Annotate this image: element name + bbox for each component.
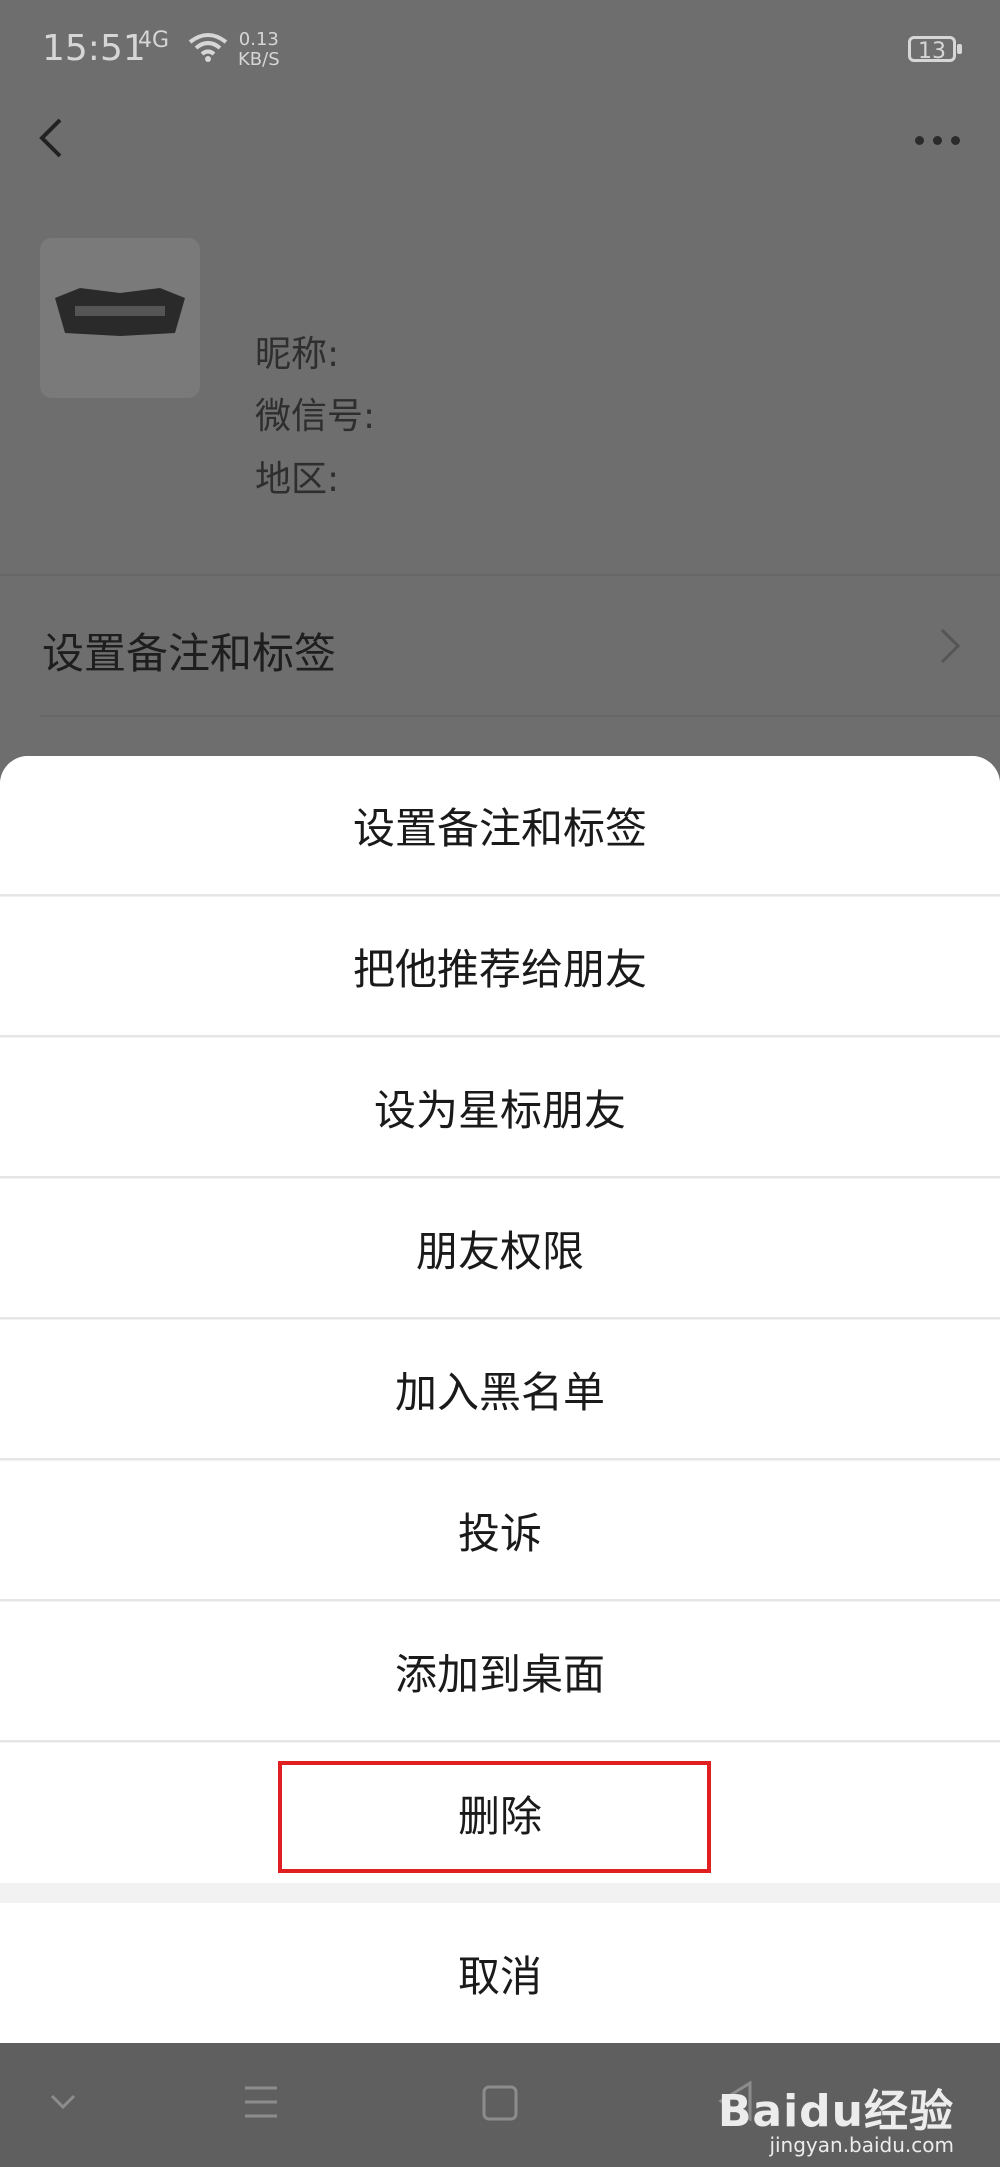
status-bar: 15:51 4G 0.13 KB/S 13 bbox=[0, 0, 1000, 100]
nickname-label: 昵称: bbox=[255, 334, 340, 375]
wechat-id-label: 微信号: bbox=[255, 396, 376, 437]
delete-highlight-box bbox=[278, 1761, 711, 1873]
avatar-logo-icon bbox=[55, 288, 185, 336]
battery-icon: 13 bbox=[908, 36, 956, 64]
watermark-url: jingyan.baidu.com bbox=[769, 2133, 954, 2157]
region-label: 地区: bbox=[255, 459, 340, 500]
sheet-item-friend-permissions[interactable]: 朋友权限 bbox=[0, 1179, 1000, 1319]
chevron-down-icon[interactable] bbox=[50, 2093, 76, 2111]
avatar[interactable] bbox=[40, 238, 200, 398]
divider bbox=[40, 715, 1000, 717]
net-speed-value: 0.13 bbox=[238, 29, 279, 50]
sheet-item-remark-tags[interactable]: 设置备注和标签 bbox=[0, 756, 1000, 896]
sheet-item-add-to-desktop[interactable]: 添加到桌面 bbox=[0, 1602, 1000, 1742]
battery-level: 13 bbox=[918, 39, 946, 64]
sheet-item-star-friend[interactable]: 设为星标朋友 bbox=[0, 1038, 1000, 1178]
net-speed: 0.13 KB/S bbox=[238, 30, 280, 70]
divider bbox=[0, 574, 1000, 576]
sheet-item-recommend-friend[interactable]: 把他推荐给朋友 bbox=[0, 897, 1000, 1037]
signal-label: 4G bbox=[138, 28, 170, 53]
back-arrow-icon[interactable] bbox=[34, 118, 74, 158]
baidu-watermark: Baidu经验 jingyan.baidu.com bbox=[717, 2075, 954, 2157]
cancel-button[interactable]: 取消 bbox=[0, 1903, 1000, 2043]
sheet-item-report[interactable]: 投诉 bbox=[0, 1461, 1000, 1601]
more-options-icon[interactable] bbox=[915, 136, 960, 145]
battery-cap bbox=[957, 44, 962, 54]
chevron-right-icon bbox=[940, 628, 960, 664]
menu-icon[interactable] bbox=[243, 2085, 279, 2119]
sheet-item-blacklist[interactable]: 加入黑名单 bbox=[0, 1320, 1000, 1460]
home-square-icon[interactable] bbox=[482, 2085, 518, 2121]
wifi-icon bbox=[188, 33, 228, 62]
remark-tag-row: 设置备注和标签 bbox=[42, 629, 337, 678]
net-speed-unit: KB/S bbox=[238, 49, 280, 70]
watermark-logo: Baidu经验 bbox=[717, 2086, 954, 2137]
status-time: 15:51 bbox=[42, 28, 146, 69]
